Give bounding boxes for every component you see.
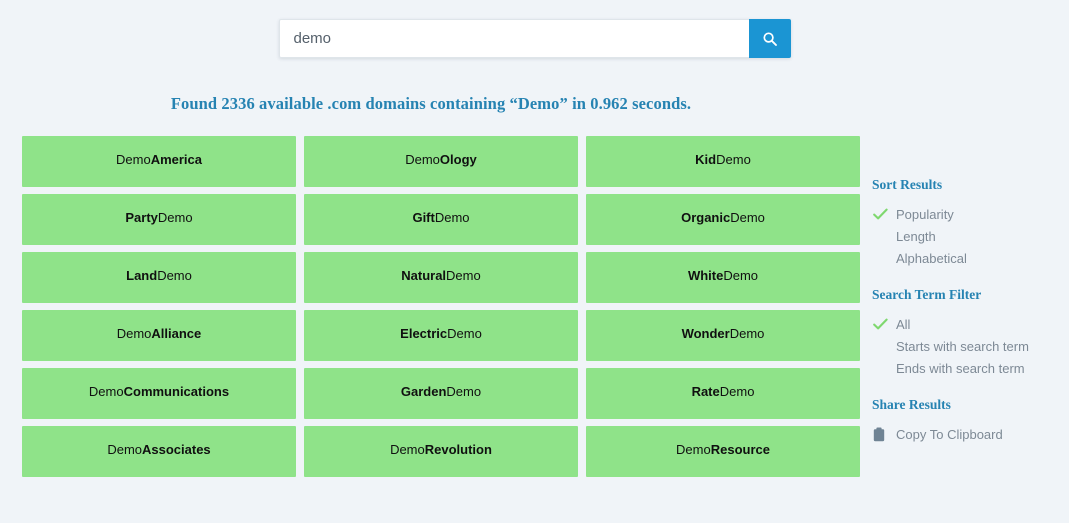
domain-search-term: Demo xyxy=(107,442,142,457)
search-bar xyxy=(279,19,791,58)
domain-search-term: Demo xyxy=(405,152,440,167)
search-button[interactable] xyxy=(749,19,791,58)
check-icon xyxy=(872,208,896,221)
domain-search-term: Demo xyxy=(117,326,152,341)
domain-search-term: Demo xyxy=(390,442,425,457)
sidebar-item-alphabetical[interactable]: Alphabetical xyxy=(872,247,1069,269)
domain-search-term: Demo xyxy=(89,384,124,399)
domain-search-term: Demo xyxy=(723,268,758,283)
domain-extra-word: White xyxy=(688,268,723,283)
sidebar-item-label: Length xyxy=(896,229,936,244)
domain-tile[interactable]: GardenDemo xyxy=(304,368,578,419)
sidebar-item-length[interactable]: Length xyxy=(872,225,1069,247)
domain-search-term: Demo xyxy=(716,152,751,167)
domain-tile-grid: DemoAmericaDemoOlogyKidDemoPartyDemoGift… xyxy=(0,114,862,477)
domain-extra-word: Organic xyxy=(681,210,730,225)
domain-extra-word: Party xyxy=(125,210,158,225)
results-summary: Found 2336 available .com domains contai… xyxy=(0,58,862,114)
domain-extra-word: Kid xyxy=(695,152,716,167)
sidebar-group-heading: Share Results xyxy=(872,397,1069,413)
domain-search-term: Demo xyxy=(435,210,470,225)
sidebar-item-all[interactable]: All xyxy=(872,313,1069,335)
sidebar-group-heading: Search Term Filter xyxy=(872,287,1069,303)
domain-extra-word: America xyxy=(151,152,202,167)
sidebar-item-label: Popularity xyxy=(896,207,954,222)
domain-tile[interactable]: LandDemo xyxy=(22,252,296,303)
domain-search-term: Demo xyxy=(676,442,711,457)
domain-extra-word: Natural xyxy=(401,268,446,283)
check-icon xyxy=(872,318,896,331)
sidebar-item-copy-to-clipboard[interactable]: Copy To Clipboard xyxy=(872,423,1069,445)
domain-extra-word: Communications xyxy=(124,384,229,399)
domain-extra-word: Resource xyxy=(711,442,770,457)
search-icon xyxy=(762,31,778,47)
sidebar-item-label: Alphabetical xyxy=(896,251,967,266)
domain-extra-word: Gift xyxy=(412,210,434,225)
domain-extra-word: Rate xyxy=(692,384,720,399)
sidebar-item-popularity[interactable]: Popularity xyxy=(872,203,1069,225)
domain-tile[interactable]: DemoResource xyxy=(586,426,860,477)
domain-tile[interactable]: DemoRevolution xyxy=(304,426,578,477)
sidebar: Sort Results Popularity Length Alphabetical… xyxy=(862,58,1069,477)
sidebar-item-label: Ends with search term xyxy=(896,361,1025,376)
domain-search-term: Demo xyxy=(720,384,755,399)
domain-search-term: Demo xyxy=(157,268,192,283)
domain-tile[interactable]: WonderDemo xyxy=(586,310,860,361)
domain-extra-word: Alliance xyxy=(151,326,201,341)
domain-extra-word: Revolution xyxy=(425,442,492,457)
domain-tile[interactable]: ElectricDemo xyxy=(304,310,578,361)
domain-tile[interactable]: DemoOlogy xyxy=(304,136,578,187)
results-column: Found 2336 available .com domains contai… xyxy=(0,58,862,477)
sidebar-item-ends-with[interactable]: Ends with search term xyxy=(872,357,1069,379)
domain-extra-word: Associates xyxy=(142,442,211,457)
page-body: Found 2336 available .com domains contai… xyxy=(0,58,1069,477)
sidebar-item-starts-with[interactable]: Starts with search term xyxy=(872,335,1069,357)
domain-tile[interactable]: WhiteDemo xyxy=(586,252,860,303)
domain-tile[interactable]: OrganicDemo xyxy=(586,194,860,245)
sidebar-item-label: Copy To Clipboard xyxy=(896,427,1003,442)
domain-search-term: Demo xyxy=(116,152,151,167)
sidebar-group-search-term-filter: Search Term Filter All Starts with search … xyxy=(872,287,1069,379)
domain-tile[interactable]: NaturalDemo xyxy=(304,252,578,303)
domain-tile[interactable]: GiftDemo xyxy=(304,194,578,245)
clipboard-icon xyxy=(872,427,896,442)
domain-search-term: Demo xyxy=(158,210,193,225)
domain-extra-word: Ology xyxy=(440,152,477,167)
domain-search-term: Demo xyxy=(446,268,481,283)
domain-tile[interactable]: DemoAlliance xyxy=(22,310,296,361)
sidebar-item-label: Starts with search term xyxy=(896,339,1029,354)
sidebar-group-heading: Sort Results xyxy=(872,177,1069,193)
domain-tile[interactable]: RateDemo xyxy=(586,368,860,419)
domain-search-term: Demo xyxy=(447,326,482,341)
domain-extra-word: Electric xyxy=(400,326,447,341)
domain-tile[interactable]: DemoAssociates xyxy=(22,426,296,477)
domain-extra-word: Land xyxy=(126,268,157,283)
domain-tile[interactable]: DemoAmerica xyxy=(22,136,296,187)
domain-search-term: Demo xyxy=(730,210,765,225)
domain-extra-word: Wonder xyxy=(682,326,730,341)
domain-extra-word: Garden xyxy=(401,384,447,399)
domain-tile[interactable]: DemoCommunications xyxy=(22,368,296,419)
domain-tile[interactable]: KidDemo xyxy=(586,136,860,187)
domain-search-term: Demo xyxy=(446,384,481,399)
search-input[interactable] xyxy=(279,19,749,58)
sidebar-group-sort-results: Sort Results Popularity Length Alphabetical xyxy=(872,177,1069,269)
search-bar-region xyxy=(0,0,1069,58)
sidebar-group-share-results: Share Results Copy To Clipboard xyxy=(872,397,1069,445)
sidebar-item-label: All xyxy=(896,317,910,332)
domain-search-term: Demo xyxy=(730,326,765,341)
domain-tile[interactable]: PartyDemo xyxy=(22,194,296,245)
